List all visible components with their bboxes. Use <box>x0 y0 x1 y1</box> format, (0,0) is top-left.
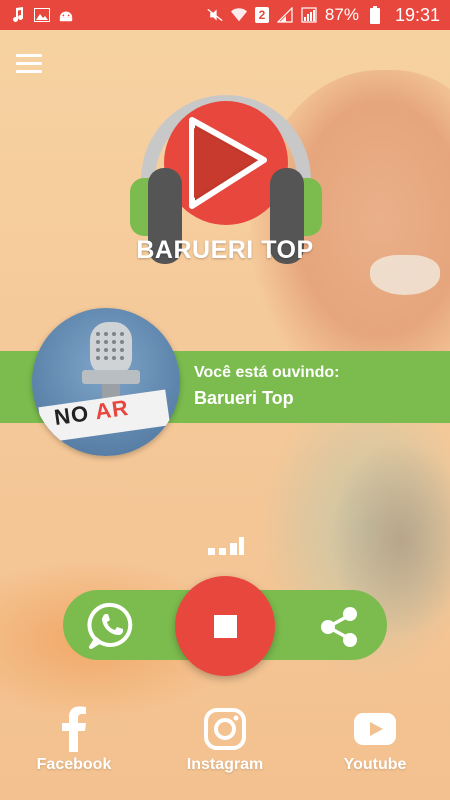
stop-button[interactable] <box>175 576 275 676</box>
instagram-link[interactable]: Instagram <box>175 706 275 774</box>
facebook-icon <box>62 706 86 752</box>
android-icon <box>58 7 74 23</box>
buffer-signal-icon <box>208 537 244 557</box>
music-note-icon <box>10 7 26 23</box>
image-icon <box>34 7 50 23</box>
app-title: BARUERI TOP <box>136 236 314 264</box>
whatsapp-button[interactable] <box>86 601 136 651</box>
sim2-icon: 2 <box>254 7 269 23</box>
signal-full-icon <box>301 7 317 23</box>
on-air-no-text: NO <box>52 400 91 431</box>
facebook-label: Facebook <box>36 756 112 773</box>
stop-icon <box>213 614 237 638</box>
signal-icon <box>276 7 293 23</box>
on-air-ar-text: AR <box>93 394 131 425</box>
instagram-label: Instagram <box>186 756 264 773</box>
hamburger-menu-icon[interactable] <box>16 54 42 76</box>
mute-icon <box>207 7 223 23</box>
share-button[interactable] <box>316 604 362 650</box>
battery-icon <box>367 6 383 24</box>
share-icon <box>321 607 357 647</box>
station-name: Barueri Top <box>194 388 294 408</box>
instagram-icon <box>204 708 246 750</box>
youtube-icon <box>354 713 396 745</box>
youtube-label: Youtube <box>343 756 407 773</box>
whatsapp-icon <box>87 602 133 649</box>
wifi-icon <box>230 7 247 23</box>
now-playing-label: Você está ouvindo: <box>194 364 340 381</box>
battery-percent: 87% <box>324 5 359 24</box>
clock: 19:31 <box>394 4 440 25</box>
facebook-link[interactable]: Facebook <box>24 706 124 774</box>
status-bar: 2 87% 19:31 <box>0 0 450 30</box>
youtube-link[interactable]: Youtube <box>325 706 425 774</box>
on-air-badge: NO AR <box>32 308 180 456</box>
